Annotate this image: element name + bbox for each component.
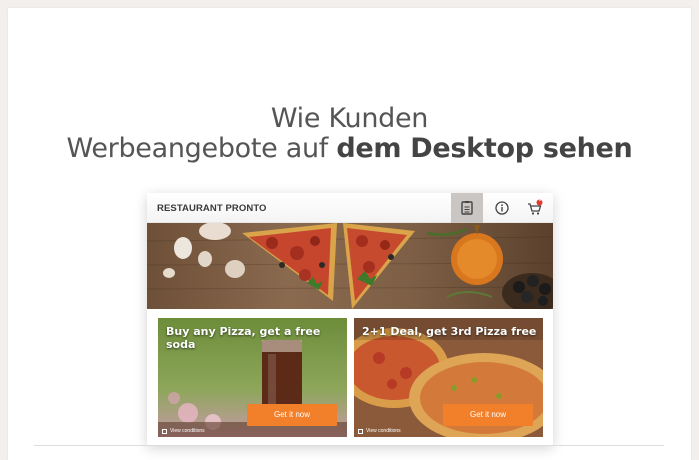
pizza-hero-image [147, 223, 553, 309]
offer-card-third-pizza-free[interactable]: 2+1 Deal, get 3rd Pizza free Get it now … [354, 318, 543, 437]
info-square-icon [358, 428, 363, 434]
view-conditions-label: View conditions [170, 428, 205, 434]
menu-list-button[interactable] [451, 193, 483, 223]
menu-list-icon [461, 201, 473, 215]
pizza-illustration [147, 223, 553, 309]
offer-title: 2+1 Deal, get 3rd Pizza free [362, 325, 537, 338]
heading-line-2-bold: dem Desktop sehen [336, 133, 633, 164]
heading-line-2-regular: Werbeangebote auf [66, 133, 337, 164]
view-conditions-link[interactable]: View conditions [358, 428, 401, 434]
bottom-divider [34, 445, 664, 446]
heading-line-1: Wie Kunden [270, 103, 429, 134]
info-icon [495, 201, 509, 215]
offer-title: Buy any Pizza, get a free soda [166, 325, 321, 351]
app-header: RESTAURANT PRONTO 0 [147, 193, 553, 223]
get-it-now-button[interactable]: Get it now [247, 404, 337, 426]
view-conditions-label: View conditions [366, 428, 401, 434]
cart-button[interactable]: 0 [519, 193, 551, 223]
info-button[interactable] [486, 193, 518, 223]
offer-card-free-soda[interactable]: Buy any Pizza, get a free soda Get it no… [158, 318, 347, 437]
info-square-icon [162, 428, 167, 434]
get-it-now-button[interactable]: Get it now [443, 404, 533, 426]
page-heading: Wie Kunden Werbeangebote auf dem Desktop… [0, 104, 699, 164]
view-conditions-link[interactable]: View conditions [162, 428, 205, 434]
cart-count-badge: 0 [538, 197, 542, 203]
desktop-preview: RESTAURANT PRONTO 0 Buy any Pizza, get a… [147, 193, 553, 445]
restaurant-brand: RESTAURANT PRONTO [157, 203, 267, 214]
heading-line-2: Werbeangebote auf dem Desktop sehen [0, 134, 699, 164]
